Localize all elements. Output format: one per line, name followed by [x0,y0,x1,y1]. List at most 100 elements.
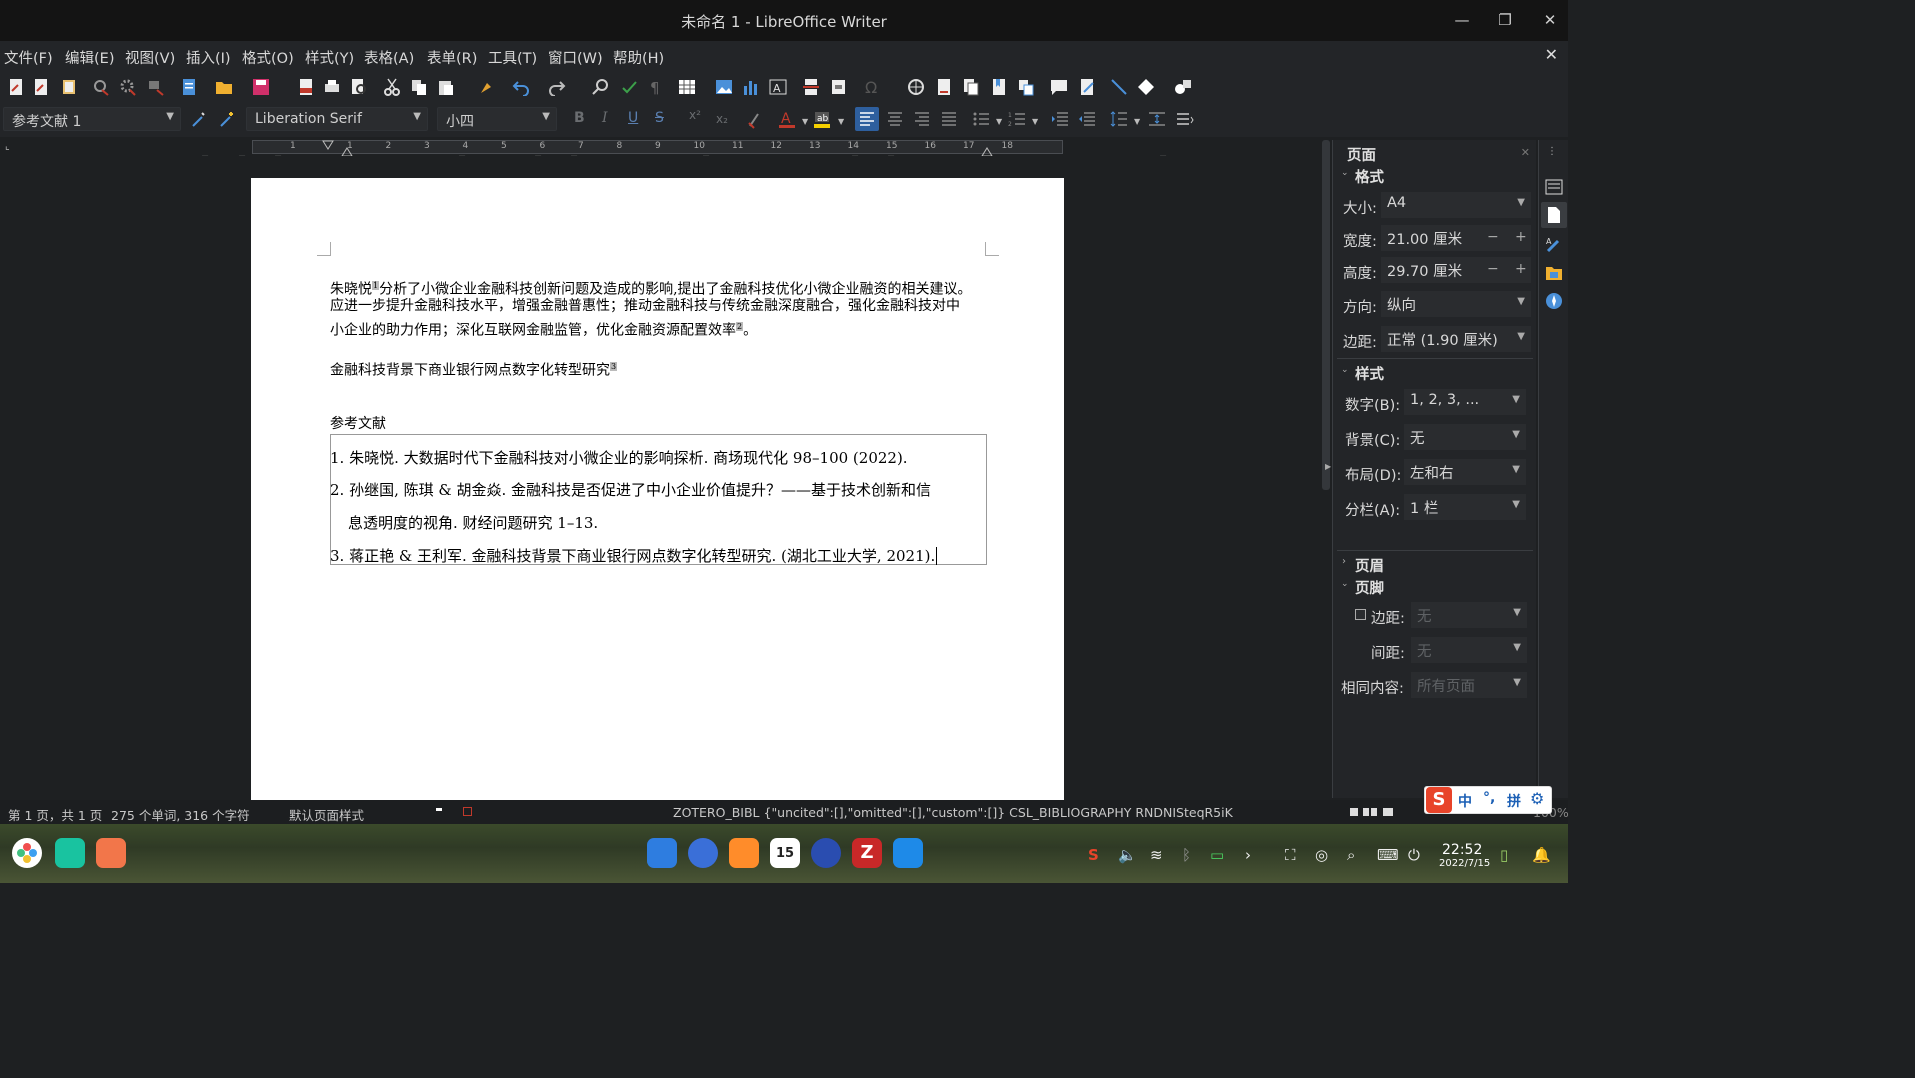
zotero-unlink-icon[interactable] [147,78,165,96]
menu-file[interactable]: 文件(F) [4,47,53,68]
font-color-icon[interactable]: A [778,110,796,128]
justify-icon[interactable] [940,110,958,128]
menu-insert[interactable]: 插入(I) [186,47,231,68]
shopping-bag-icon[interactable] [729,838,759,868]
search-icon[interactable]: ⌕ [1347,846,1355,864]
writer-app-icon[interactable] [893,838,923,868]
power-icon[interactable]: ⏻ [1408,846,1420,864]
zotero-preferences-icon[interactable] [119,78,137,96]
underline-icon[interactable]: U [628,110,638,126]
close-deck-icon[interactable]: ✕ [1521,146,1530,159]
insert-table-icon[interactable] [678,78,696,96]
numbering-dropdown-icon[interactable]: ▼ [1032,117,1038,126]
paragraph-1-line-2[interactable]: 应进一步提升金融科技水平，增强金融普惠性；推动金融科技与传统金融深度融合，强化金… [330,296,960,317]
chevron-down-icon[interactable]: ⌄ [1341,168,1349,178]
subscript-icon[interactable]: x₂ [716,112,728,126]
height-spinbox[interactable]: 29.70 厘米 [1381,257,1531,283]
print-icon[interactable] [323,78,341,96]
minimize-button[interactable]: — [1448,8,1476,32]
highlight-dropdown-icon[interactable]: ▼ [838,117,844,126]
zotero-refresh-icon[interactable] [92,78,110,96]
paragraph-1-line-3[interactable]: 小企业的助力作用；深化互联网金融监管，优化金融资源配置效率2。 [330,316,757,342]
restore-button[interactable]: ❐ [1491,8,1519,32]
wifi-icon[interactable]: ≋ [1150,846,1163,864]
word-count-status[interactable]: 275 个单词, 316 个字符 [111,805,250,824]
menu-form[interactable]: 表单(R) [427,47,477,68]
track-changes-icon[interactable] [1078,78,1096,96]
export-pdf-icon[interactable] [297,78,315,96]
bullet-dropdown-icon[interactable]: ▼ [996,117,1002,126]
styles-section-header[interactable]: 样式 [1355,363,1384,384]
font-color-dropdown-icon[interactable]: ▼ [802,117,808,126]
menu-styles[interactable]: 样式(Y) [305,47,354,68]
background-select[interactable]: 无 ▼ [1404,424,1526,450]
expand-tray-icon[interactable]: › [1245,846,1251,864]
multi-page-view-icon[interactable] [1363,808,1377,816]
horizontal-ruler[interactable]: 1 1 2 3 4 5 6 7 8 9 10 11 12 13 14 15 16 17 18 [252,140,1063,154]
calendar-icon[interactable]: 15 [770,838,800,868]
insert-line-icon[interactable] [1110,78,1128,96]
formatting-marks-icon[interactable]: ¶ [646,78,664,96]
insert-footnote-icon[interactable] [935,78,953,96]
settings-gear-icon[interactable] [811,838,841,868]
margin-select[interactable]: 正常 (1.90 厘米) ▼ [1381,326,1531,352]
launcher-icon[interactable] [12,838,42,868]
insert-field-icon[interactable] [830,78,848,96]
zotero-app-icon[interactable]: Z [852,838,882,868]
menu-help[interactable]: 帮助(H) [613,47,664,68]
document-modified-icon[interactable] [463,807,472,816]
format-section-header[interactable]: 格式 [1355,166,1384,187]
volume-icon[interactable]: 🔈 [1118,846,1137,864]
basic-shapes-icon[interactable] [1137,78,1155,96]
menu-format[interactable]: 格式(O) [242,47,294,68]
clock-date[interactable]: 2022/7/15 [1439,858,1490,869]
menu-tools[interactable]: 工具(T) [488,47,537,68]
align-left-button[interactable] [855,107,879,131]
sogou-tray-icon[interactable]: S [1088,846,1099,864]
insert-bookmark-icon[interactable] [990,78,1008,96]
insert-endnote-icon[interactable] [962,78,980,96]
notification-bell-icon[interactable]: 🔔 [1532,846,1551,864]
paragraph-spacing-icon[interactable] [1148,110,1166,128]
line-spacing-icon[interactable] [1110,110,1128,128]
save-icon[interactable] [252,78,270,96]
multitask-view-icon[interactable] [55,838,85,868]
trash-icon[interactable]: ▯ [1500,846,1508,864]
insert-image-icon[interactable] [715,78,733,96]
bib-entry-3[interactable]: 3. 蒋正艳 & 王利军. 金融科技背景下商业银行网点数字化转型研究. (湖北工… [330,545,938,566]
menu-window[interactable]: 窗口(W) [548,47,603,68]
highlight-color-icon[interactable]: ab [813,110,831,128]
bib-entry-2[interactable]: 2. 孙继国, 陈琪 & 胡金焱. 金融科技是否促进了中小企业价值提升？——基于… [330,479,931,500]
size-select[interactable]: A4 ▼ [1381,192,1531,218]
align-right-icon[interactable] [913,110,931,128]
header-section-header[interactable]: 页眉 [1355,555,1384,576]
first-line-indent-marker-icon[interactable] [322,140,334,150]
insert-textbox-icon[interactable]: A [769,78,787,96]
orientation-select[interactable]: 纵向 ▼ [1381,291,1531,317]
clone-formatting-icon[interactable] [478,78,496,96]
menu-edit[interactable]: 编辑(E) [65,47,114,68]
columns-select[interactable]: 1 栏 ▼ [1404,494,1526,520]
zotero-add-citation-icon[interactable] [8,78,26,96]
close-document-icon[interactable]: ✕ [1545,45,1558,64]
styles-tab-icon[interactable]: A [1545,236,1563,254]
citation-3[interactable]: 3 [610,362,618,371]
insert-comment-icon[interactable] [1050,78,1068,96]
system-monitor-icon[interactable]: ◎ [1315,846,1328,864]
special-character-icon[interactable]: Ω [864,78,882,96]
splitter-arrow-icon[interactable]: ▶ [1325,462,1331,471]
find-replace-icon[interactable] [592,78,610,96]
paragraph-2[interactable]: 金融科技背景下商业银行网点数字化转型研究3 [330,356,618,382]
tab-stop-selector-icon[interactable]: ⌞ [5,141,10,152]
app-store-icon[interactable] [647,838,677,868]
menu-table[interactable]: 表格(A) [364,47,414,68]
bullet-list-icon[interactable] [972,110,990,128]
chevron-down-icon[interactable]: ⌄ [1341,579,1349,589]
minus-icon[interactable]: − [1487,261,1499,277]
new-document-icon[interactable] [180,78,198,96]
paragraph-style-combo[interactable]: 参考文献 1 ▼ [3,107,181,131]
line-spacing-dropdown-icon[interactable]: ▼ [1134,117,1140,126]
paste-icon[interactable] [437,78,455,96]
gallery-tab-icon[interactable] [1545,264,1563,282]
chevron-right-icon[interactable]: › [1342,556,1346,567]
